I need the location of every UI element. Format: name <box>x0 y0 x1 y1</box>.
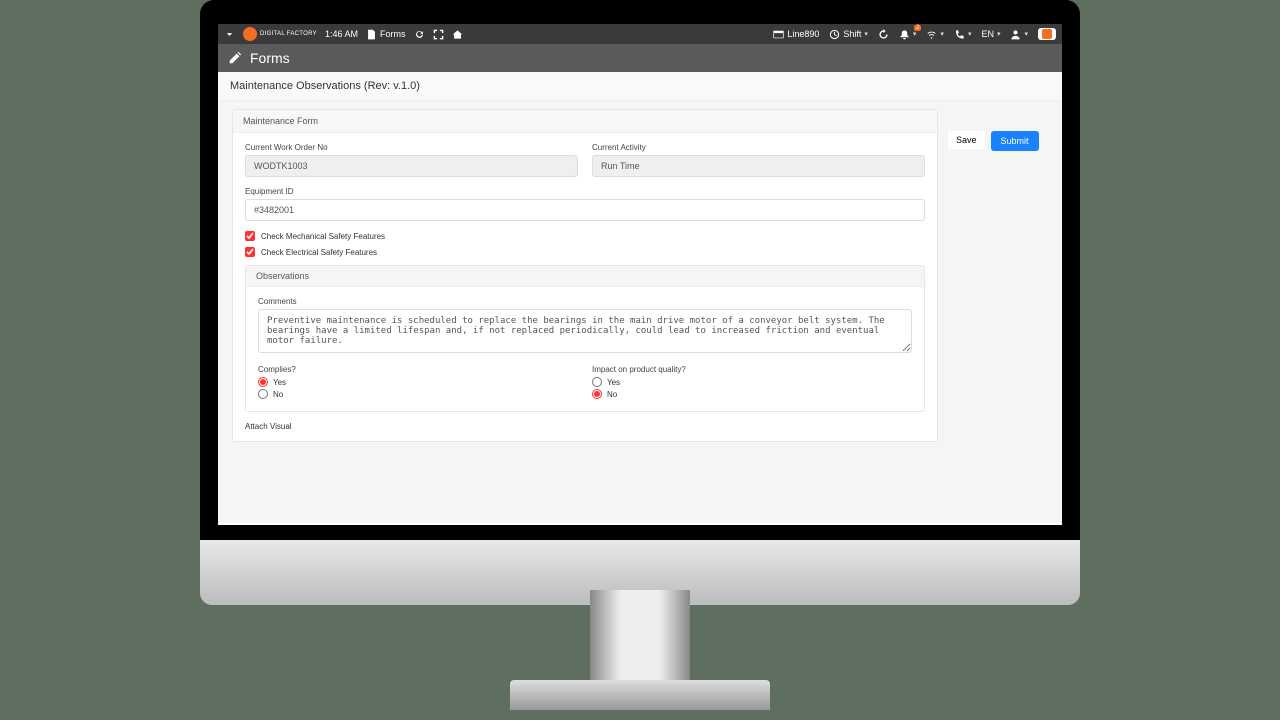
line-label: Line890 <box>787 29 819 39</box>
submit-button[interactable]: Submit <box>991 131 1039 151</box>
language-label: EN <box>981 29 994 39</box>
refresh-icon[interactable] <box>414 29 425 40</box>
complies-yes-radio[interactable] <box>258 377 268 387</box>
home-icon[interactable] <box>452 29 463 40</box>
menu-toggle[interactable] <box>224 29 235 40</box>
complies-yes-label: Yes <box>273 378 286 387</box>
mechanical-checkbox[interactable] <box>245 231 255 241</box>
record-icon <box>1042 29 1052 39</box>
line-selector[interactable]: Line890 <box>773 29 819 40</box>
equipment-label: Equipment ID <box>245 187 925 196</box>
notifications-icon[interactable]: 2 ▾ <box>899 29 917 40</box>
comments-label: Comments <box>258 297 912 306</box>
activity-field <box>592 155 925 177</box>
work-order-field <box>245 155 578 177</box>
impact-no-radio[interactable] <box>592 389 602 399</box>
activity-label: Current Activity <box>592 143 925 152</box>
brand-text: DIGITAL FACTORY <box>260 31 317 37</box>
electrical-label: Check Electrical Safety Features <box>261 248 377 257</box>
impact-label: Impact on product quality? <box>592 365 912 374</box>
panel-header: Maintenance Form <box>233 110 937 133</box>
brand-logo: DIGITAL FACTORY <box>243 27 317 41</box>
page-title: Maintenance Observations (Rev: v.1.0) <box>218 72 1062 101</box>
monitor-stand-base <box>510 680 770 710</box>
edit-icon <box>228 51 242 65</box>
user-icon[interactable]: ▾ <box>1010 29 1028 40</box>
monitor-stand-neck <box>590 590 690 690</box>
electrical-checkbox[interactable] <box>245 247 255 257</box>
shift-selector[interactable]: Shift ▾ <box>829 29 868 40</box>
observations-header: Observations <box>246 266 924 287</box>
mechanical-label: Check Mechanical Safety Features <box>261 232 385 241</box>
page-header-title: Forms <box>250 50 290 66</box>
language-selector[interactable]: EN ▾ <box>981 29 1000 39</box>
history-icon[interactable] <box>878 29 889 40</box>
work-order-label: Current Work Order No <box>245 143 578 152</box>
fullscreen-icon[interactable] <box>433 29 444 40</box>
clock-text: 1:46 AM <box>325 29 358 39</box>
forms-tab-label: Forms <box>380 29 406 39</box>
save-button[interactable]: Save <box>948 131 985 149</box>
impact-yes-radio[interactable] <box>592 377 602 387</box>
impact-yes-label: Yes <box>607 378 620 387</box>
forms-tab[interactable]: Forms <box>366 29 406 40</box>
signal-icon[interactable]: ▾ <box>926 29 944 40</box>
complies-no-radio[interactable] <box>258 389 268 399</box>
record-button[interactable] <box>1038 28 1056 40</box>
complies-no-label: No <box>273 390 283 399</box>
equipment-field[interactable] <box>245 199 925 221</box>
page-header: Forms <box>218 44 1062 72</box>
impact-no-label: No <box>607 390 617 399</box>
attach-visual-label: Attach Visual <box>245 422 925 431</box>
complies-label: Complies? <box>258 365 578 374</box>
phone-icon[interactable]: ▾ <box>954 29 972 40</box>
top-bar: DIGITAL FACTORY 1:46 AM Forms <box>218 24 1062 44</box>
comments-field[interactable] <box>258 309 912 353</box>
shift-label: Shift <box>843 29 861 39</box>
